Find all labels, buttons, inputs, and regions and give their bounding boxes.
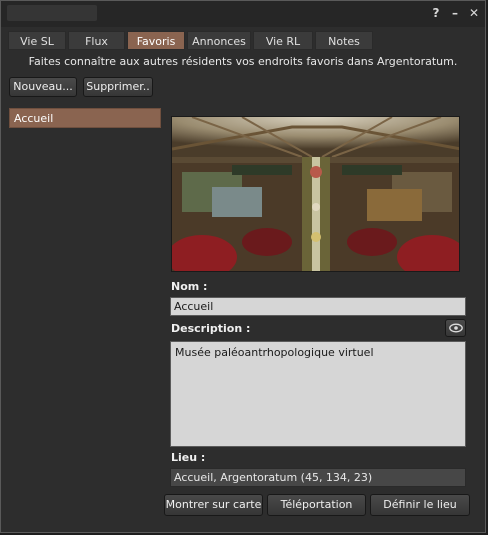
tab-annonces[interactable]: Annonces (187, 31, 251, 50)
picks-list: Accueil (9, 108, 161, 128)
tab-favoris[interactable]: Favoris (127, 31, 185, 50)
title-bar[interactable]: ? – ✕ (1, 1, 485, 27)
set-location-button[interactable]: Définir le lieu (370, 494, 470, 516)
tab-vie-rl[interactable]: Vie RL (253, 31, 313, 50)
location-label: Lieu : (171, 451, 206, 464)
picks-intro-text: Faites connaître aux autres résidents vo… (28, 55, 458, 68)
delete-pick-button[interactable]: Supprimer.. (83, 77, 153, 97)
help-icon[interactable]: ? (431, 6, 441, 20)
snapshot-graphic (172, 117, 459, 271)
tab-notes[interactable]: Notes (315, 31, 373, 50)
profile-window: ? – ✕ Vie SL Flux Favoris Annonces Vie R… (0, 0, 486, 533)
window-title (7, 5, 97, 21)
description-label: Description : (171, 322, 251, 335)
tab-bar: Vie SL Flux Favoris Annonces Vie RL Note… (8, 31, 373, 50)
pick-name-field[interactable]: Accueil (170, 297, 466, 316)
tab-flux[interactable]: Flux (68, 31, 125, 50)
show-on-map-button[interactable]: Montrer sur carte (164, 494, 263, 516)
visibility-toggle-button[interactable] (445, 319, 466, 337)
name-label: Nom : (171, 280, 208, 293)
minimize-icon[interactable]: – (450, 6, 460, 20)
pick-location-field: Accueil, Argentoratum (45, 134, 23) (170, 468, 466, 487)
new-pick-button[interactable]: Nouveau... (9, 77, 77, 97)
window-controls: ? – ✕ (431, 6, 480, 20)
eye-icon (448, 323, 463, 333)
list-item[interactable]: Accueil (9, 108, 161, 128)
close-icon[interactable]: ✕ (469, 6, 479, 20)
location-snapshot-image (171, 116, 460, 272)
tab-vie-sl[interactable]: Vie SL (8, 31, 66, 50)
pick-description-field[interactable]: Musée paléoantrhopologique virtuel (170, 341, 466, 447)
teleport-button[interactable]: Téléportation (267, 494, 366, 516)
